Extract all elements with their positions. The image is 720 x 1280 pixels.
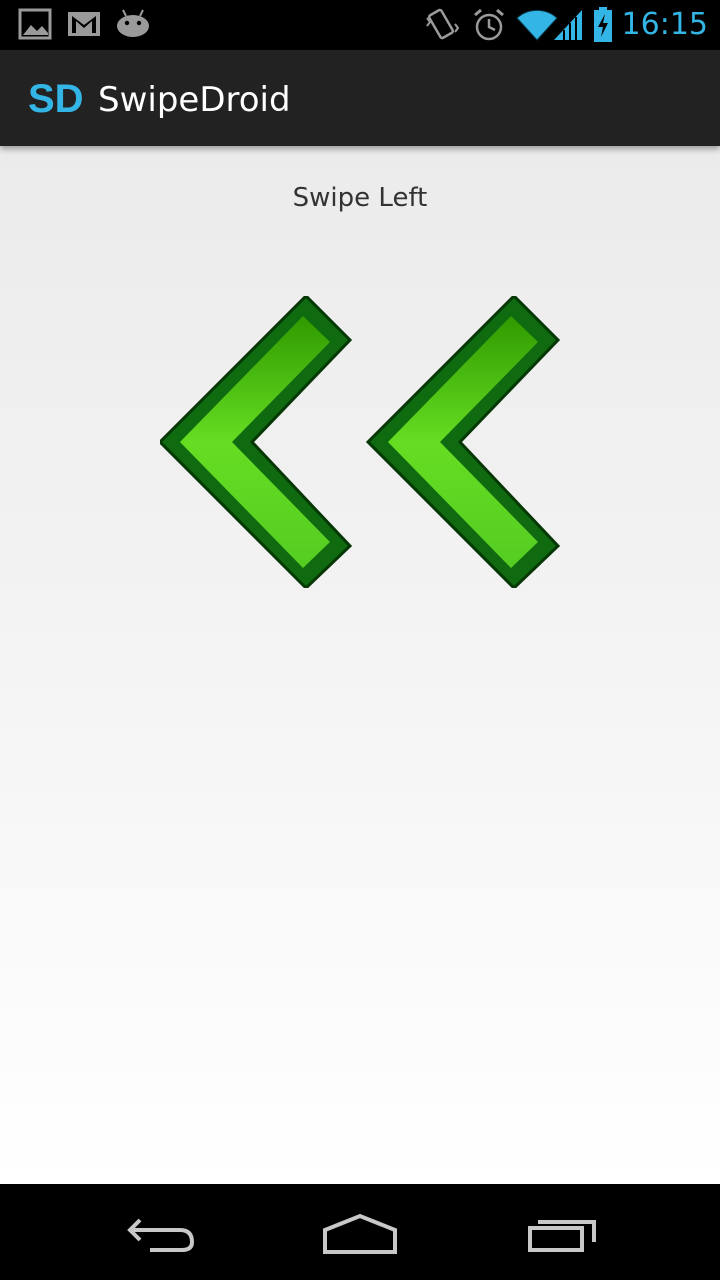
app-logo[interactable]: SD [28, 76, 84, 122]
recent-apps-icon [528, 1220, 596, 1252]
home-icon [323, 1213, 397, 1254]
back-icon [127, 1218, 195, 1252]
gmail-icon [66, 6, 102, 47]
status-bar: 16:15 [0, 0, 720, 50]
battery-charging-icon [592, 6, 616, 49]
swipe-instruction: Swipe Left [292, 183, 428, 213]
gallery-icon [18, 6, 54, 47]
home-button[interactable] [300, 1200, 420, 1264]
back-button[interactable] [100, 1200, 220, 1264]
navigation-bar [0, 1184, 720, 1280]
screen: 16:15 SD SwipeDroid Swipe Left [0, 0, 720, 1280]
status-time: 16:15 [621, 7, 708, 42]
alarm-icon [472, 6, 508, 49]
vibrate-icon [424, 6, 460, 49]
signal-icon [552, 6, 586, 49]
double-left-chevron-icon [160, 296, 560, 588]
chevron-left-1-icon [160, 296, 353, 588]
action-bar: SD SwipeDroid [0, 50, 720, 146]
main-content[interactable]: Swipe Left [0, 146, 720, 1184]
android-icon [114, 6, 152, 47]
recent-apps-button[interactable] [502, 1200, 622, 1264]
chevron-left-2-icon [365, 296, 560, 588]
app-title: SwipeDroid [98, 80, 291, 120]
